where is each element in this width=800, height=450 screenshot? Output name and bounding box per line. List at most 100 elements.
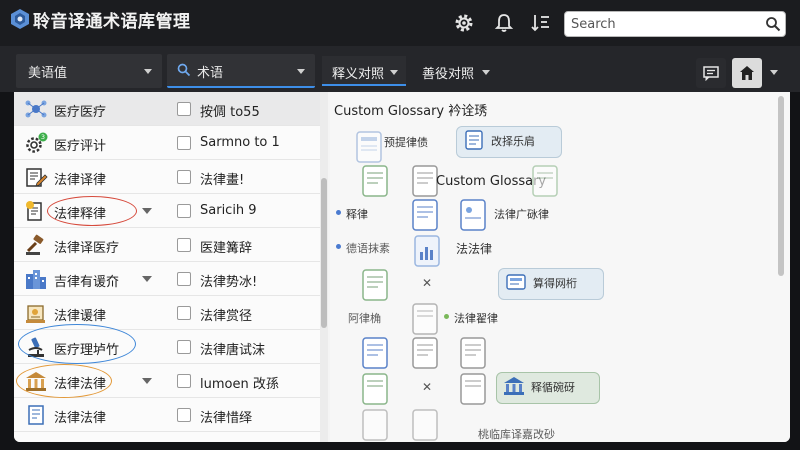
- top-bar: 聆音译通术语库管理: [0, 0, 800, 46]
- node-label: 释律: [346, 208, 368, 221]
- term-name: 吉律有谖夼: [54, 275, 120, 290]
- list-scrollbar[interactable]: [320, 92, 328, 442]
- document-icon: [460, 199, 486, 231]
- tag-card-icon: [506, 274, 526, 290]
- document-icon: [362, 337, 388, 369]
- node-label: 阿律桷: [348, 312, 381, 325]
- chevron-down-icon[interactable]: [770, 70, 778, 75]
- term-dropdown-label: 术语: [197, 66, 224, 81]
- chevron-down-icon: [144, 69, 152, 74]
- row-checkbox[interactable]: [177, 340, 191, 354]
- notes-button[interactable]: [696, 58, 726, 88]
- glossary-scrollbar[interactable]: [778, 96, 784, 276]
- expand-caret-icon[interactable]: [142, 276, 152, 282]
- list-item[interactable]: 法律法律 法律惜绎: [14, 398, 320, 432]
- term-value: Saricih 9: [200, 203, 257, 218]
- expand-caret-icon[interactable]: [142, 378, 152, 384]
- document-icon: [412, 199, 438, 231]
- row-checkbox[interactable]: [177, 374, 191, 388]
- expand-caret-icon[interactable]: [142, 208, 152, 214]
- search-box[interactable]: [564, 11, 786, 37]
- search-input[interactable]: [571, 15, 761, 33]
- cross-icon: ✕: [422, 276, 433, 290]
- row-checkbox[interactable]: [177, 306, 191, 320]
- scrollbar-thumb[interactable]: [321, 178, 327, 328]
- document-icon: [362, 165, 388, 197]
- tab-bilingual-compare[interactable]: 善役对照: [412, 56, 498, 86]
- term-value: 法律畫!: [200, 173, 245, 188]
- list-item[interactable]: 医疗医疗 按倜 to55: [14, 92, 320, 126]
- document-icon: [460, 373, 486, 405]
- row-checkbox[interactable]: [177, 408, 191, 422]
- tab-definition-compare[interactable]: 释义对照: [322, 56, 406, 86]
- field-dropdown[interactable]: 美语值: [16, 54, 162, 88]
- home-button[interactable]: [732, 58, 762, 88]
- term-value: 医建篝辞: [200, 241, 253, 256]
- content-panel: 医疗医疗 按倜 to55 3 医疗评计 Sarmno to 1 法律译律 法律畫…: [14, 92, 790, 442]
- scrollbar-thumb[interactable]: [778, 96, 784, 276]
- term-value: 法律势冰!: [200, 275, 258, 290]
- term-list: 医疗医疗 按倜 to55 3 医疗评计 Sarmno to 1 法律译律 法律畫…: [14, 92, 320, 442]
- settings-gear-icon[interactable]: [453, 12, 475, 34]
- document-icon: [460, 337, 486, 369]
- glossary-title: Custom Glossary 衿诠琇: [334, 104, 488, 119]
- term-dropdown[interactable]: 术语: [167, 54, 315, 88]
- highlight-oval: [18, 324, 136, 364]
- row-checkbox[interactable]: [177, 238, 191, 252]
- scroll-icon: [26, 305, 45, 323]
- document-icon: [412, 303, 438, 335]
- chevron-down-icon: [297, 69, 305, 74]
- term-value: 法律赏径: [200, 309, 253, 324]
- node-label: 法法律: [456, 242, 493, 256]
- term-node[interactable]: 改择乐肩: [456, 126, 562, 158]
- glossary-pane: Custom Glossary 衿诠琇 预提律债 改择乐肩 Custom Glo…: [330, 92, 790, 442]
- message-list-icon: [703, 66, 719, 81]
- term-name: 医疗医疗: [54, 105, 107, 120]
- list-item[interactable]: 法律译律 法律畫!: [14, 160, 320, 194]
- node-label: 法律翟律: [454, 312, 498, 325]
- node-label: 预提律债: [384, 136, 428, 149]
- document-icon: [362, 373, 388, 405]
- document-icon: [356, 131, 382, 163]
- highlight-oval: [47, 196, 137, 226]
- list-item[interactable]: 法律译医疗 医建篝辞: [14, 228, 320, 262]
- row-checkbox[interactable]: [177, 204, 191, 218]
- row-checkbox[interactable]: [177, 170, 191, 184]
- app-title: 聆音译通术语库管理: [33, 12, 191, 32]
- highlight-oval: [16, 364, 112, 398]
- field-dropdown-label: 美语值: [28, 66, 68, 81]
- search-icon[interactable]: [765, 16, 781, 32]
- node-label: 改择乐肩: [491, 135, 535, 148]
- tab-label: 善役对照: [422, 67, 475, 82]
- edit-document-icon: [26, 168, 48, 187]
- node-label: 德语抹素: [346, 242, 390, 255]
- term-node[interactable]: 算得网桁: [498, 268, 604, 300]
- app-logo-icon: [11, 9, 29, 29]
- term-value: 按倜 to55: [200, 105, 260, 120]
- notification-bell-icon[interactable]: [493, 12, 515, 34]
- document-icon: [465, 130, 483, 150]
- gavel-icon: [26, 234, 44, 255]
- row-checkbox[interactable]: [177, 136, 191, 150]
- row-checkbox[interactable]: [177, 102, 191, 116]
- node-label: 释循碗砑: [531, 381, 575, 394]
- row-checkbox[interactable]: [177, 272, 191, 286]
- term-name: 法律法律: [54, 411, 107, 426]
- gear-badge-icon: 3: [26, 132, 48, 153]
- term-node[interactable]: 释循碗砑: [496, 372, 600, 404]
- document-list-icon: [28, 405, 44, 425]
- document-icon: [412, 337, 438, 369]
- document-icon: [362, 409, 388, 441]
- chevron-down-icon: [482, 70, 490, 75]
- tab-label: 释义对照: [332, 67, 385, 82]
- connector-dot: [336, 244, 341, 249]
- sort-list-icon[interactable]: [530, 12, 552, 34]
- term-value: Sarmno to 1: [200, 135, 280, 150]
- list-item[interactable]: 吉律有谖夼 法律势冰!: [14, 262, 320, 296]
- chevron-down-icon: [390, 70, 398, 75]
- search-icon: [177, 63, 191, 77]
- cross-icon: ✕: [422, 380, 433, 394]
- network-icon: [25, 100, 47, 118]
- term-name: 法律译医疗: [54, 241, 120, 256]
- list-item[interactable]: 3 医疗评计 Sarmno to 1: [14, 126, 320, 160]
